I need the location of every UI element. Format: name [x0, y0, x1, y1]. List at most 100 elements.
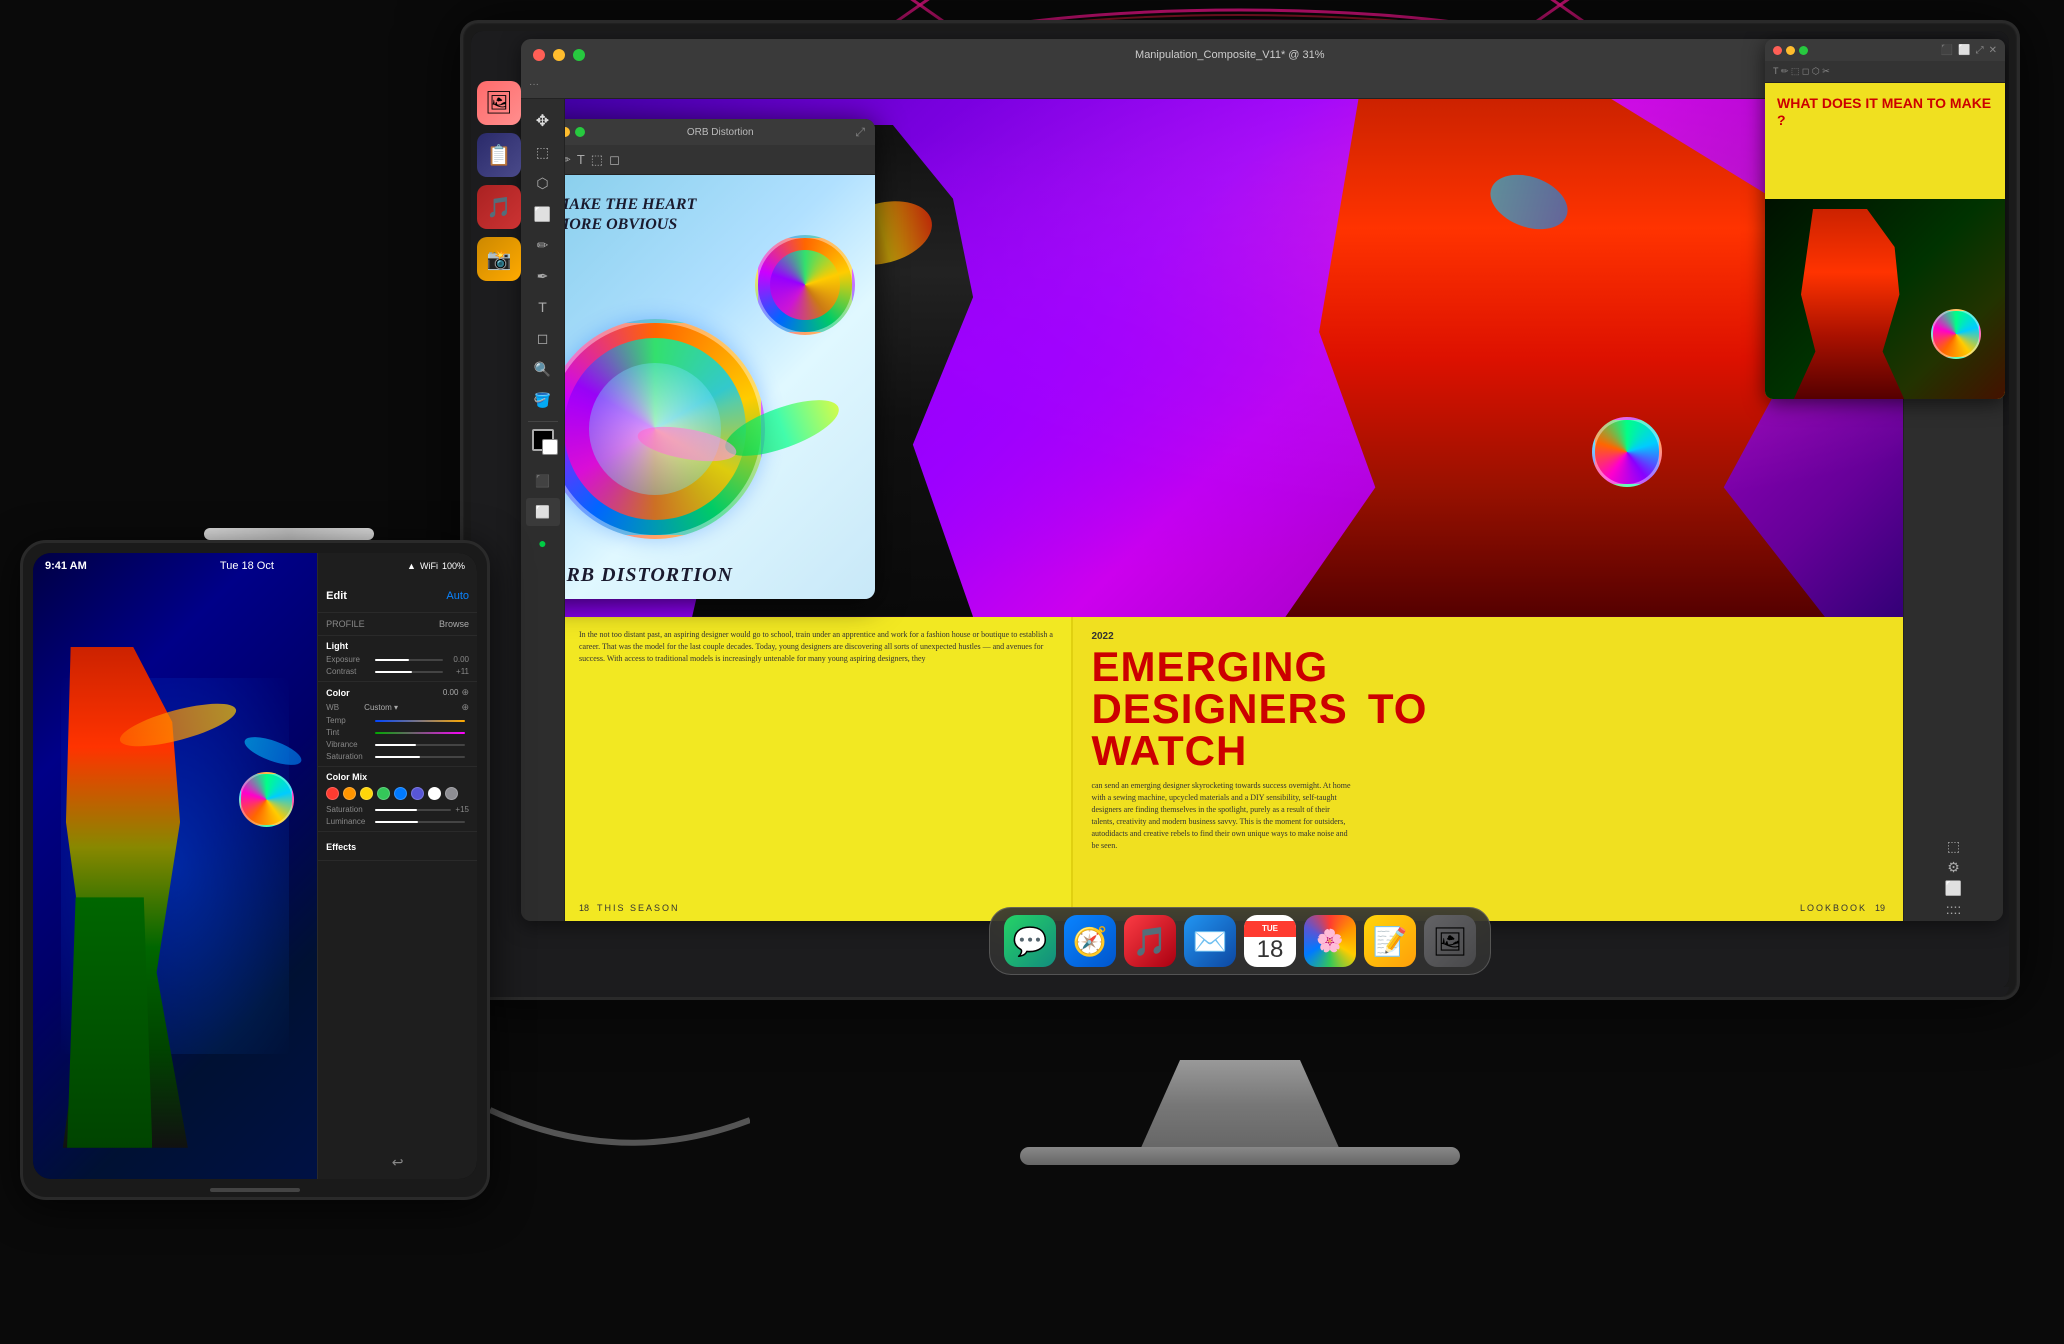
orb-tool-3[interactable]: T [577, 152, 585, 167]
doc-year: 2022 [1091, 631, 1885, 642]
ps-tool-fill[interactable]: 🪣 [526, 386, 560, 414]
ps-left-tools: ✥ ⬚ ⬡ ⬜ ✏ ✒ T ◻ 🔍 🪣 [521, 99, 565, 921]
mag-icon-2[interactable]: ⬜ [1958, 45, 1970, 56]
doc-spread: In the not too distant past, an aspiring… [565, 617, 1903, 921]
sidebar-app-3[interactable]: 🎵 [477, 185, 521, 229]
orb-hand-text-line1: MAKE THE HEART [565, 195, 696, 216]
ps-tool-zoom[interactable]: 🔍 [526, 355, 560, 383]
ipad-time: 9:41 AM [45, 560, 87, 572]
ipad-date: Tue 18 Oct [220, 560, 274, 572]
panel-color-mix: Color Mix Saturation +15 [318, 767, 477, 832]
ipad-container: 9:41 AM Tue 18 Oct ▲ WiFi 100% [20, 540, 490, 1200]
orb-tools-row: ✥ ✏ T ⬚ ◻ [565, 145, 875, 175]
sidebar-app-2[interactable]: 📋 [477, 133, 521, 177]
doc-right-page: 2022 EMERGING DESIGNERS TO WATCH [1073, 617, 1903, 921]
orb-title: ORB Distortion [590, 127, 850, 138]
ps-tool-crop[interactable]: ⬜ [526, 200, 560, 228]
ps-right-icon-2[interactable]: ⚙ [1908, 859, 1999, 876]
ps-right-icon-4[interactable]: :::: [1908, 901, 1999, 917]
sidebar-app-1[interactable]: 🖼 [477, 81, 521, 125]
monitor-stand-neck [1140, 1060, 1340, 1150]
dock-music[interactable]: 🎵 [1124, 915, 1176, 967]
orb-tool-2[interactable]: ✏ [565, 152, 571, 168]
mag-window: ⬛ ⬜ ⤢ ✕ T ✏ ⬚ ◻ ⬡ ✂ WHAT DOES IT MEAN TO… [1765, 39, 2005, 399]
dock-messages[interactable]: 💬 [1004, 915, 1056, 967]
dock-mail[interactable]: ✉️ [1184, 915, 1236, 967]
sidebar-apps: 🖼 📋 🎵 📸 [477, 81, 521, 281]
ipad-edit-label: Edit [326, 590, 347, 602]
sidebar-app-4[interactable]: 📸 [477, 237, 521, 281]
orb-titlebar: ORB Distortion ⤢ [565, 119, 875, 145]
panel-color-label: Color [326, 688, 350, 698]
orb-text-title: ORB DISTORTION [565, 564, 733, 587]
ps-title: Manipulation_Composite_V11* @ 31% [593, 49, 1867, 61]
panel-color-eyedrop[interactable]: ⊕ [461, 687, 469, 698]
doc-page-num-right: LOOKBOOK 19 [1800, 903, 1885, 913]
swatch-purple[interactable] [411, 787, 424, 800]
dock-calendar[interactable]: TUE 18 [1244, 915, 1296, 967]
ps-tool-mode3[interactable]: ● [526, 529, 560, 557]
doc-body-text-left: In the not too distant past, an aspiring… [579, 629, 1057, 665]
orb-expand[interactable]: ⤢ [855, 125, 865, 140]
orb-tool-4[interactable]: ⬚ [591, 152, 603, 168]
orb-tool-5[interactable]: ◻ [609, 152, 620, 168]
orb-dot-yellow[interactable] [565, 127, 570, 137]
swatch-orange[interactable] [343, 787, 356, 800]
swatch-green[interactable] [377, 787, 390, 800]
orb-hand-text-line2: MORE OBVIOUS [565, 215, 677, 236]
panel-profile-value[interactable]: Browse [439, 619, 469, 629]
mag-content: WHAT DOES IT MEAN TO MAKE ? [1765, 83, 2005, 399]
mag-icon-1[interactable]: ⬛ [1941, 45, 1953, 56]
ps-tool-move[interactable]: ✥ [526, 107, 560, 135]
ps-tool-type[interactable]: T [526, 293, 560, 321]
ps-right-icon-1[interactable]: ⬚ [1908, 838, 1999, 855]
panel-effects: Effects [318, 832, 477, 861]
ps-tool-mode1[interactable]: ⬛ [526, 467, 560, 495]
doc-heading-2: DESIGNERS [1091, 688, 1347, 730]
dock-calendar-date: 18 [1257, 938, 1284, 962]
mag-dot-r[interactable] [1773, 46, 1782, 55]
dock-safari[interactable]: 🧭 [1064, 915, 1116, 967]
ps-color-fg[interactable] [532, 429, 554, 451]
screen-content: Manipulation_Composite_V11* @ 31% Share … [471, 31, 2009, 989]
ps-dot-red[interactable] [533, 49, 545, 61]
mag-icon-3[interactable]: ⤢ [1976, 45, 1984, 56]
swatch-blue[interactable] [394, 787, 407, 800]
swatch-white[interactable] [428, 787, 441, 800]
ps-tool-select[interactable]: ⬚ [526, 138, 560, 166]
dock: 💬 🧭 🎵 ✉️ TUE 18 🌸 📝 🖼 [989, 907, 1491, 975]
dock-photos[interactable]: 🌸 [1304, 915, 1356, 967]
dock-notes[interactable]: 📝 [1364, 915, 1416, 967]
mag-dot-y[interactable] [1786, 46, 1795, 55]
dock-photos2[interactable]: 🖼 [1424, 915, 1476, 967]
ipad-lr-panel: Edit Auto Profile Browse Light Exposure [317, 553, 477, 1179]
panel-wb-icon[interactable]: ⊕ [461, 702, 469, 713]
ps-tool-lasso[interactable]: ⬡ [526, 169, 560, 197]
orb-dot-green[interactable] [575, 127, 585, 137]
swatch-yellow[interactable] [360, 787, 373, 800]
swatch-grey[interactable] [445, 787, 458, 800]
panel-light-label: Light [326, 641, 348, 651]
panel-effects-label: Effects [326, 842, 356, 852]
ps-dot-green[interactable] [573, 49, 585, 61]
mag-toolbar: T ✏ ⬚ ◻ ⬡ ✂ [1765, 61, 2005, 83]
panel-profile: Profile Browse [318, 613, 477, 636]
monitor-container: Manipulation_Composite_V11* @ 31% Share … [460, 20, 2020, 1070]
panel-icon-undo[interactable]: ↩ [392, 1154, 404, 1171]
ps-dot-yellow[interactable] [553, 49, 565, 61]
doc-heading-1: EMERGING [1091, 646, 1885, 688]
ipad-status-right: ▲ WiFi 100% [407, 561, 465, 571]
ipad-battery: 100% [442, 561, 465, 571]
panel-profile-label: Profile [326, 619, 365, 629]
cable [490, 1090, 750, 1170]
ps-tool-mode2[interactable]: ⬜ [526, 498, 560, 526]
ps-tool-pen[interactable]: ✒ [526, 262, 560, 290]
ps-tool-brush[interactable]: ✏ [526, 231, 560, 259]
mag-icon-4[interactable]: ✕ [1989, 45, 1997, 56]
ps-tool-shape[interactable]: ◻ [526, 324, 560, 352]
ps-right-icon-3[interactable]: ⬜ [1908, 880, 1999, 897]
doc-body-text-right: can send an emerging designer skyrocketi… [1091, 780, 1351, 852]
monitor-frame: Manipulation_Composite_V11* @ 31% Share … [460, 20, 2020, 1000]
swatch-red[interactable] [326, 787, 339, 800]
mag-dot-g[interactable] [1799, 46, 1808, 55]
